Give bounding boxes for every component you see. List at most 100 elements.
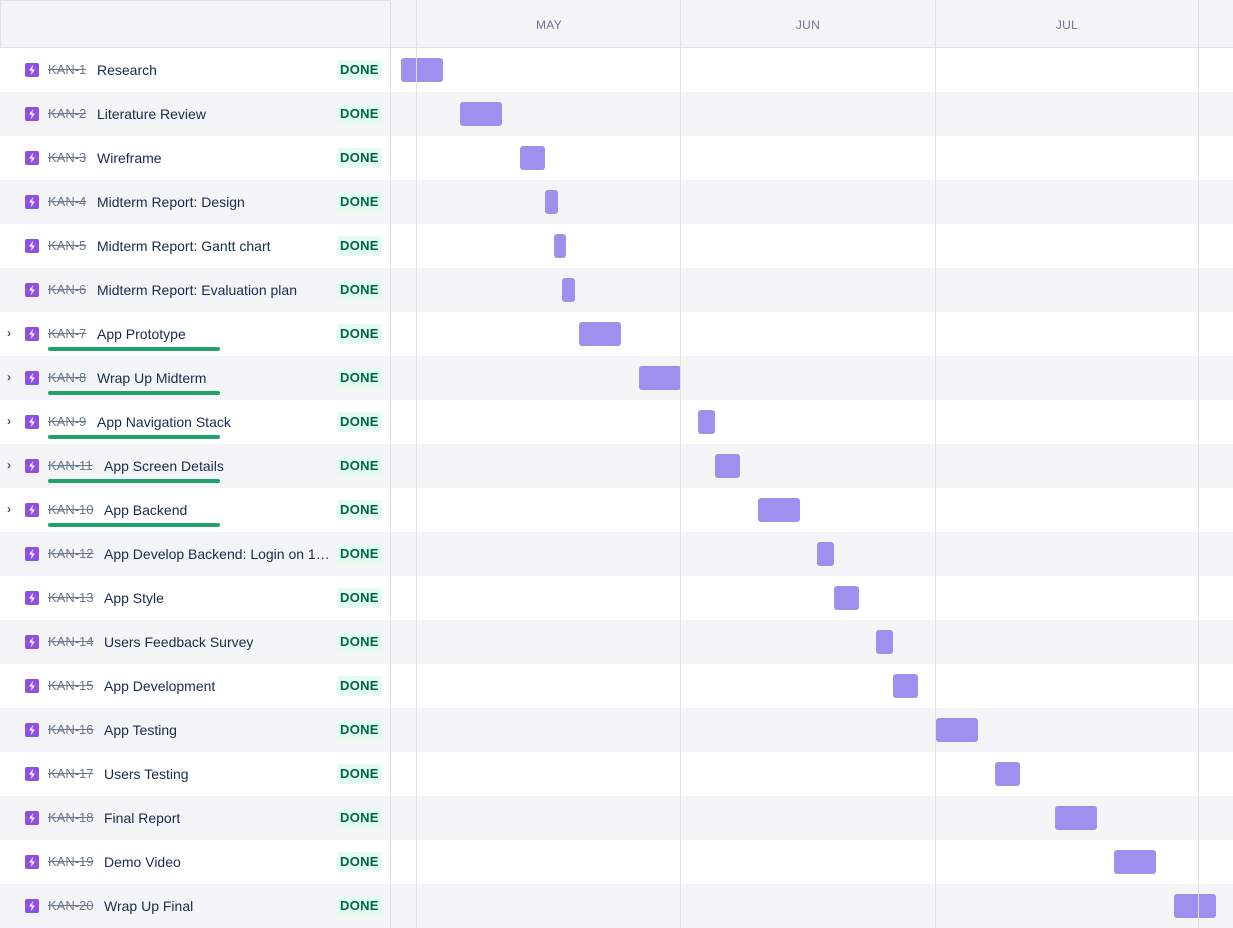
issue-row-details[interactable]: KAN-14 Users Feedback Survey DONE [0,620,391,664]
issue-key[interactable]: KAN-14 [48,634,94,650]
issue-summary[interactable]: Users Testing [104,766,189,782]
issue-row-details[interactable]: KAN-16 App Testing DONE [0,708,391,752]
issue-summary[interactable]: App Develop Backend: Login on 1 d... [104,546,333,562]
issue-key[interactable]: KAN-17 [48,766,94,782]
timeline-bar[interactable] [834,586,859,610]
issue-key[interactable]: KAN-20 [48,898,94,914]
issue-row-details[interactable]: KAN-19 Demo Video DONE [0,840,391,884]
issue-summary[interactable]: App Navigation Stack [97,414,231,430]
issue-row-details[interactable]: KAN-15 App Development DONE [0,664,391,708]
issue-row[interactable]: KAN-2 Literature Review DONE [0,92,1233,136]
chevron-right-icon[interactable]: › [7,458,17,472]
issue-summary[interactable]: App Testing [104,722,177,738]
timeline-bar[interactable] [460,102,502,126]
issue-key[interactable]: KAN-4 [48,194,86,210]
issue-summary[interactable]: Wrap Up Midterm [97,370,206,386]
timeline-bar[interactable] [893,674,918,698]
issue-summary[interactable]: App Prototype [97,326,186,342]
timeline-bar[interactable] [995,762,1020,786]
issue-summary[interactable]: Users Feedback Survey [104,634,253,650]
issue-summary[interactable]: Final Report [104,810,180,826]
issue-key[interactable]: KAN-11 [48,458,93,474]
status-badge[interactable]: DONE [337,456,382,476]
chevron-right-icon[interactable]: › [7,414,17,428]
issue-key[interactable]: KAN-9 [48,414,86,430]
chevron-right-icon[interactable]: › [7,326,17,340]
issue-row[interactable]: KAN-1 Research DONE [0,48,1233,92]
status-badge[interactable]: DONE [337,412,382,432]
issue-row[interactable]: KAN-13 App Style DONE [0,576,1233,620]
issue-row[interactable]: › KAN-11 App Screen Details DONE [0,444,1233,488]
issue-row[interactable]: KAN-12 App Develop Backend: Login on 1 d.… [0,532,1233,576]
issue-key[interactable]: KAN-2 [48,106,86,122]
issue-key[interactable]: KAN-19 [48,854,94,870]
issue-row[interactable]: KAN-5 Midterm Report: Gantt chart DONE [0,224,1233,268]
issue-key[interactable]: KAN-5 [48,238,86,254]
issue-row-details[interactable]: KAN-20 Wrap Up Final DONE [0,884,391,928]
status-badge[interactable]: DONE [337,632,382,652]
status-badge[interactable]: DONE [337,720,382,740]
issue-summary[interactable]: Research [97,62,157,78]
issue-row[interactable]: › KAN-8 Wrap Up Midterm DONE [0,356,1233,400]
timeline-bar[interactable] [562,278,575,302]
chevron-right-icon[interactable]: › [7,502,17,516]
issue-key[interactable]: KAN-16 [48,722,94,738]
issue-key[interactable]: KAN-6 [48,282,86,298]
status-badge[interactable]: DONE [337,236,382,256]
issue-row-details[interactable]: › KAN-9 App Navigation Stack DONE [0,400,391,444]
issue-summary[interactable]: Midterm Report: Design [97,194,245,210]
issue-key[interactable]: KAN-10 [48,502,94,518]
status-badge[interactable]: DONE [337,764,382,784]
issue-row[interactable]: KAN-16 App Testing DONE [0,708,1233,752]
status-badge[interactable]: DONE [337,148,382,168]
status-badge[interactable]: DONE [337,500,382,520]
issue-key[interactable]: KAN-3 [48,150,86,166]
issue-row[interactable]: KAN-19 Demo Video DONE [0,840,1233,884]
chevron-right-icon[interactable]: › [7,370,17,384]
issue-row[interactable]: › KAN-9 App Navigation Stack DONE [0,400,1233,444]
issue-row-details[interactable]: › KAN-8 Wrap Up Midterm DONE [0,356,391,400]
issue-row-details[interactable]: KAN-5 Midterm Report: Gantt chart DONE [0,224,391,268]
status-badge[interactable]: DONE [337,192,382,212]
issue-summary[interactable]: App Screen Details [104,458,224,474]
issue-row[interactable]: › KAN-7 App Prototype DONE [0,312,1233,356]
issue-summary[interactable]: App Development [104,678,215,694]
status-badge[interactable]: DONE [337,808,382,828]
timeline-bar[interactable] [545,190,558,214]
issue-row[interactable]: KAN-18 Final Report DONE [0,796,1233,840]
timeline-bar[interactable] [639,366,681,390]
issue-row[interactable]: KAN-6 Midterm Report: Evaluation plan DONE [0,268,1233,312]
issue-key[interactable]: KAN-18 [48,810,94,826]
issue-key[interactable]: KAN-13 [48,590,94,606]
issue-row-details[interactable]: › KAN-7 App Prototype DONE [0,312,391,356]
issue-key[interactable]: KAN-8 [48,370,86,386]
timeline-bar[interactable] [1114,850,1156,874]
status-badge[interactable]: DONE [337,280,382,300]
issue-row-details[interactable]: KAN-6 Midterm Report: Evaluation plan DONE [0,268,391,312]
issue-summary[interactable]: Midterm Report: Gantt chart [97,238,271,254]
issue-row[interactable]: KAN-4 Midterm Report: Design DONE [0,180,1233,224]
issue-row-details[interactable]: KAN-2 Literature Review DONE [0,92,391,136]
issue-row-details[interactable]: KAN-12 App Develop Backend: Login on 1 d.… [0,532,391,576]
timeline-bar[interactable] [1174,894,1216,918]
timeline-bar[interactable] [520,146,545,170]
issue-key[interactable]: KAN-7 [48,326,86,342]
issue-summary[interactable]: App Style [104,590,164,606]
timeline-bar[interactable] [876,630,893,654]
timeline-bar[interactable] [554,234,566,258]
issue-key[interactable]: KAN-1 [48,62,86,78]
issue-row[interactable]: KAN-15 App Development DONE [0,664,1233,708]
issue-row[interactable]: › KAN-10 App Backend DONE [0,488,1233,532]
issue-row-details[interactable]: KAN-1 Research DONE [0,48,391,92]
issue-summary[interactable]: Wrap Up Final [104,898,193,914]
status-badge[interactable]: DONE [337,368,382,388]
issue-row-details[interactable]: KAN-17 Users Testing DONE [0,752,391,796]
status-badge[interactable]: DONE [337,544,382,564]
issue-row-details[interactable]: KAN-18 Final Report DONE [0,796,391,840]
timeline-bar[interactable] [698,410,715,434]
timeline-bar[interactable] [817,542,834,566]
issue-summary[interactable]: Demo Video [104,854,181,870]
status-badge[interactable]: DONE [337,676,382,696]
issue-row[interactable]: KAN-17 Users Testing DONE [0,752,1233,796]
status-badge[interactable]: DONE [337,60,382,80]
